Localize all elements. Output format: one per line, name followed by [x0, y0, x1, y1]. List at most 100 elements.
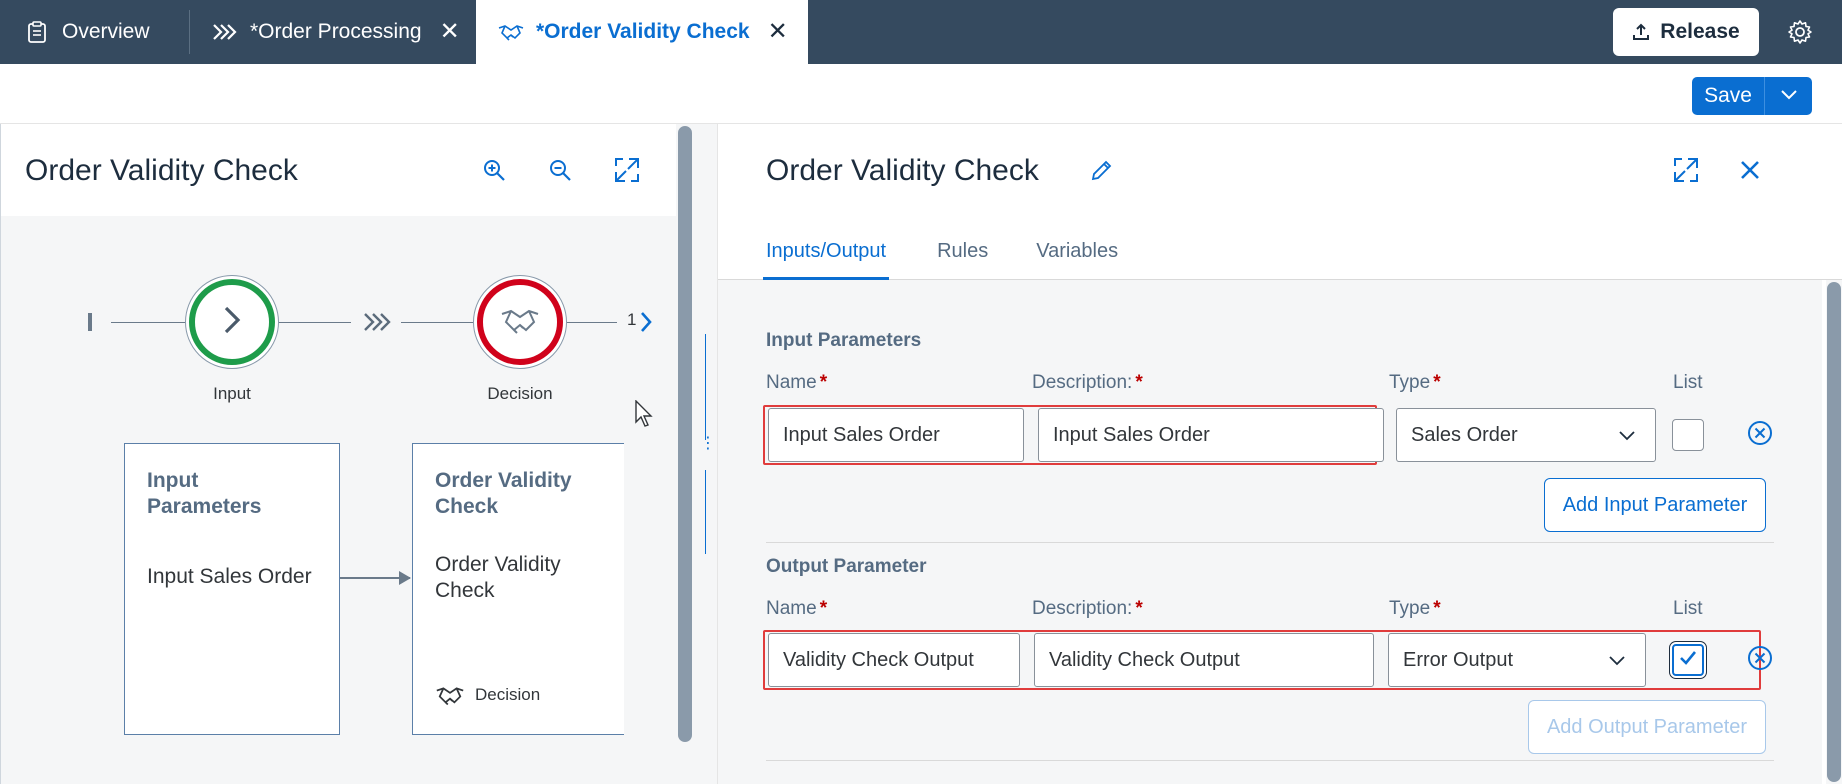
output-section-title: Output Parameter	[766, 556, 927, 577]
card-order-validity-check[interactable]: Order Validity Check Order Validity Chec…	[412, 443, 624, 735]
card-footer: Decision	[435, 684, 540, 706]
input-name-field[interactable]: Input Sales Order	[768, 408, 1024, 462]
input-node-ring	[189, 279, 275, 365]
flow-connector	[279, 322, 351, 323]
handshake-icon	[500, 305, 540, 340]
output-name-field[interactable]: Validity Check Output	[768, 633, 1020, 687]
card-footer-label: Decision	[475, 685, 541, 704]
decision-node-label: Decision	[487, 384, 553, 403]
process-flow-icon	[212, 19, 238, 45]
save-menu-button[interactable]	[1764, 77, 1812, 115]
input-list-checkbox[interactable]	[1672, 419, 1704, 451]
chevron-down-icon	[1617, 425, 1637, 451]
mouse-cursor-icon	[635, 400, 653, 427]
output-description-field[interactable]: Validity Check Output	[1034, 633, 1374, 687]
section-divider	[766, 760, 1774, 761]
tab-variables[interactable]: Variables	[1036, 240, 1118, 280]
arrow-head-icon	[399, 571, 411, 585]
diagram-scrollbar[interactable]	[676, 124, 694, 784]
card-title: Order Validity Check	[435, 469, 572, 518]
decision-node-ring	[477, 279, 563, 365]
save-button-group: Save	[1692, 77, 1812, 115]
save-button[interactable]: Save	[1692, 77, 1764, 115]
chevron-down-icon	[1780, 87, 1798, 105]
clipboard-icon	[24, 19, 50, 45]
tab-label: *Order Validity Check	[536, 20, 750, 43]
flow-node-decision[interactable]	[473, 275, 567, 369]
input-type-select[interactable]: Sales Order	[1396, 408, 1656, 462]
toolbar	[0, 64, 1842, 124]
upload-icon	[1632, 23, 1650, 41]
output-list-checkbox[interactable]	[1672, 644, 1704, 676]
add-input-parameter-button[interactable]: Add Input Parameter	[1544, 478, 1766, 532]
diagram-header: Order Validity Check	[1, 124, 677, 216]
name-column-label: Name *	[766, 372, 828, 393]
delete-icon[interactable]	[1746, 419, 1774, 447]
zoom-out-icon[interactable]	[544, 154, 576, 186]
list-column-label: List	[1673, 372, 1703, 393]
selected-value: Error Output	[1403, 648, 1514, 671]
list-column-label: List	[1673, 598, 1703, 619]
description-column-label: Description: *	[1032, 372, 1143, 393]
release-label: Release	[1660, 20, 1740, 43]
details-header: Order Validity Check Inputs/Output Rules…	[718, 124, 1842, 280]
section-divider	[766, 542, 1774, 543]
zoom-in-icon[interactable]	[478, 154, 510, 186]
scrollbar-thumb[interactable]	[678, 126, 692, 742]
panel-splitter[interactable]: ⋮	[694, 124, 718, 784]
selected-value: Sales Order	[1411, 423, 1518, 446]
details-body: Input Parameters Name * Description: * Typ…	[718, 280, 1822, 784]
diagram-title: Order Validity Check	[25, 154, 298, 187]
edit-icon[interactable]	[1086, 154, 1118, 186]
tab-order-processing[interactable]: *Order Processing ✕	[212, 0, 460, 64]
type-column-label: Type *	[1389, 372, 1441, 393]
tab-rules[interactable]: Rules	[937, 240, 988, 280]
details-title: Order Validity Check	[766, 154, 1039, 187]
gear-icon[interactable]	[1786, 18, 1814, 46]
card-title: Input Parameters	[147, 469, 262, 518]
chevron-down-icon	[1607, 650, 1627, 676]
splitter-grip-icon[interactable]: ⋮	[700, 436, 716, 470]
next-count: 1	[627, 310, 637, 329]
flow-connector	[567, 322, 617, 323]
expand-icon[interactable]	[1670, 154, 1702, 186]
shell-bar: Overview *Order Processing ✕ *Order Vali…	[0, 0, 1842, 64]
diagram-panel: Order Validity Check Input Decision 1 In…	[0, 124, 677, 784]
delete-icon[interactable]	[1746, 644, 1774, 672]
details-scrollbar[interactable]	[1826, 280, 1842, 784]
tab-overview[interactable]: Overview	[24, 0, 150, 64]
details-tabs: Inputs/Output Rules Variables	[763, 240, 1166, 280]
card-input-parameters[interactable]: Input Parameters Input Sales Order	[124, 443, 340, 735]
input-section-title: Input Parameters	[766, 330, 922, 351]
card-body: Order Validity Check	[435, 553, 561, 602]
tab-separator	[189, 10, 190, 54]
handshake-icon	[435, 684, 465, 706]
flow-connector	[111, 322, 185, 323]
close-icon[interactable]: ✕	[440, 20, 460, 44]
chevron-right-icon	[221, 305, 243, 340]
close-icon[interactable]: ✕	[768, 20, 788, 44]
input-node-label: Input	[213, 384, 251, 403]
handshake-icon	[498, 19, 524, 45]
tab-label: *Order Processing	[250, 20, 422, 43]
tab-inputs-output[interactable]: Inputs/Output	[763, 240, 890, 280]
release-button[interactable]: Release	[1613, 8, 1759, 56]
flow-connector	[401, 322, 473, 323]
type-column-label: Type *	[1389, 598, 1441, 619]
tab-label: Overview	[62, 20, 150, 43]
close-icon[interactable]	[1734, 154, 1766, 186]
scrollbar-thumb[interactable]	[1827, 282, 1841, 782]
process-flow-icon	[363, 312, 391, 337]
name-column-label: Name *	[766, 598, 828, 619]
card-body: Input Sales Order	[147, 565, 312, 588]
flow-start-marker	[88, 313, 92, 331]
checkmark-icon	[1678, 648, 1698, 673]
input-description-field[interactable]: Input Sales Order	[1038, 408, 1384, 462]
description-column-label: Description: *	[1032, 598, 1143, 619]
add-output-parameter-button: Add Output Parameter	[1528, 700, 1766, 754]
chevron-right-icon[interactable]	[639, 310, 653, 339]
tab-order-validity-check[interactable]: *Order Validity Check ✕	[476, 0, 808, 64]
output-type-select[interactable]: Error Output	[1388, 633, 1646, 687]
expand-icon[interactable]	[611, 154, 643, 186]
flow-node-input[interactable]	[185, 275, 279, 369]
